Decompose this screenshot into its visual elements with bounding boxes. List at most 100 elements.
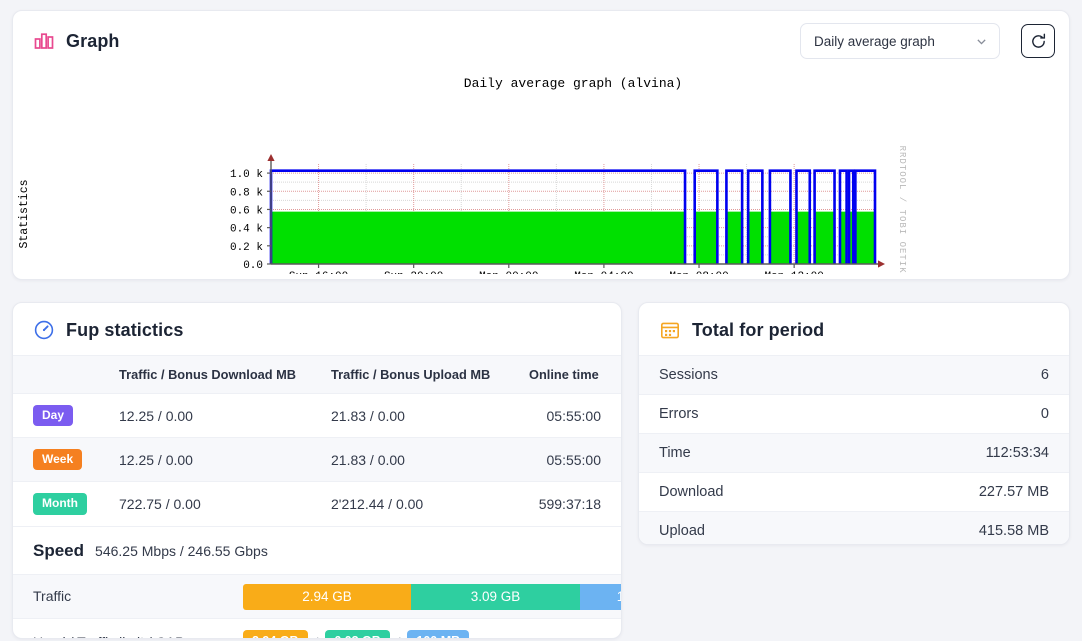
fup-cell-period: Week [13,437,111,483]
y-axis-arrow [267,154,275,161]
area-in-speed [855,211,875,264]
fup-table: Traffic / Bonus Download MB Traffic / Bo… [13,355,621,527]
traffic-segment-cap: 100 MB [580,583,621,610]
y-tick-label: 0.6 k [230,205,263,217]
fup-cell-download: 12.25 / 0.00 [111,437,323,483]
total-label-errors: Errors [639,394,849,434]
area-in-speed [271,211,686,264]
total-card-header: Total for period [639,303,1069,355]
speed-value: 546.25 Mbps / 246.55 Gbps [95,542,268,559]
fup-cell-online: 599:37:18 [521,481,621,527]
table-row: Day 12.25 / 0.00 21.83 / 0.00 05:55:00 [13,393,621,439]
list-item: Sessions 6 [639,355,1069,395]
area-in-speed [796,211,810,264]
x-tick-label: Mon 04:00 [574,271,633,274]
graph-type-select[interactable]: Daily average graph [800,23,1000,59]
refresh-icon [1031,33,1045,48]
total-value-time: 112:53:34 [848,433,1069,473]
fup-col-download: Traffic / Bonus Download MB [111,355,323,394]
fup-table-body: Day 12.25 / 0.00 21.83 / 0.00 05:55:00 W… [13,393,621,527]
fup-cell-upload: 2'212.44 / 0.00 [323,481,521,527]
x-tick-label: Sun 16:00 [289,271,348,274]
total-label-download: Download [639,472,849,512]
page-root: Graph Daily average graph Daily average … [0,0,1082,641]
area-in-speed [748,211,763,264]
x-axis-arrow [878,260,885,268]
fup-cell-period: Day [13,393,111,439]
total-value-errors: 0 [848,394,1069,434]
y-tick-label: 1.0 k [230,169,263,181]
status-badge: Day [33,405,74,427]
fup-statistics-card: Fup statictics Traffic / Bonus Download … [12,302,622,639]
y-tick-label: 0.8 k [230,187,263,199]
fup-card-header: Fup statictics [13,303,621,355]
y-tick-label: 0.2 k [230,242,263,254]
fup-col-online: Online time [521,355,621,394]
total-label-sessions: Sessions [639,355,849,395]
area-in-speed [694,211,718,264]
total-value-download: 227.57 MB [848,472,1069,512]
speed-row: Speed 546.25 Mbps / 246.55 Gbps [13,527,621,574]
page-title: Graph [66,30,120,51]
traffic-bar: 2.94 GB 3.09 GB 100 MB [243,583,621,610]
total-label-upload: Upload [639,511,849,544]
y-axis-label: Statistics [18,179,31,248]
gauge-icon [33,319,55,341]
limits-label: Used / Traffic limit / CAP [33,634,243,638]
x-tick-label: Mon 00:00 [479,271,538,274]
area-in-speed [769,211,791,264]
fup-cell-online: 05:55:00 [521,437,621,483]
limits-separator-2: / [397,635,401,638]
table-row: Month 722.75 / 0.00 2'212.44 / 0.00 599:… [13,481,621,527]
traffic-bar-row: Traffic 2.94 GB 3.09 GB 100 MB [13,573,621,618]
limits-row: Used / Traffic limit / CAP 2.94 GB / 6.0… [13,617,621,638]
graph-type-select-value: Daily average graph [814,33,935,49]
status-badge: Week [33,449,83,471]
traffic-segment-limit: 3.09 GB [411,583,580,610]
graph-card-header: Graph Daily average graph [13,11,1069,69]
area-in-speed [814,211,835,264]
fup-table-header-row: Traffic / Bonus Download MB Traffic / Bo… [13,355,621,394]
x-tick-label: Mon 08:00 [669,271,728,274]
fup-cell-download: 12.25 / 0.00 [111,393,323,439]
x-tick-label: Mon 12:00 [764,271,823,274]
fup-cell-upload: 21.83 / 0.00 [323,393,521,439]
fup-table-head: Traffic / Bonus Download MB Traffic / Bo… [13,355,621,394]
total-value-upload: 415.58 MB [848,511,1069,544]
rrd-graph-canvas: Daily average graph (alvina) Statistics RR… [18,76,907,274]
status-badge: Month [33,493,87,515]
list-item: Time 112:53:34 [639,433,1069,473]
series-in-speed [271,211,875,264]
total-table: Sessions 6 Errors 0 Time 112:53:34 Downl… [639,355,1069,544]
fup-cell-download: 722.75 / 0.00 [111,481,323,527]
list-item: Errors 0 [639,394,1069,434]
limits-separator-1: / [315,635,319,638]
fup-col-upload: Traffic / Bonus Upload MB [323,355,521,394]
total-value-sessions: 6 [848,355,1069,395]
table-row: Week 12.25 / 0.00 21.83 / 0.00 05:55:00 [13,437,621,483]
total-label-time: Time [639,433,849,473]
rrd-graph: Daily average graph (alvina) Statistics RR… [13,69,1069,274]
traffic-bar-label: Traffic [33,588,72,605]
fup-cell-period: Month [13,481,111,527]
y-tick-label: 0.0 [243,260,263,272]
chart-watermark: RRDTOOL / TOBI OETIKER [897,146,907,274]
list-item: Download 227.57 MB [639,472,1069,512]
chart-title: Daily average graph (alvina) [464,76,682,91]
fup-cell-online: 05:55:00 [521,393,621,439]
traffic-limit-pill: 6.03 GB [325,630,390,638]
speed-label: Speed [33,540,85,560]
graph-card: Graph Daily average graph Daily average … [12,10,1070,280]
chevron-down-icon [977,38,986,44]
cap-pill: 100 MB [407,630,470,638]
fup-card-title: Fup statictics [66,319,184,340]
total-card-title: Total for period [692,319,825,340]
total-for-period-card: Total for period Sessions 6 Errors 0 Tim… [638,302,1070,545]
total-table-body: Sessions 6 Errors 0 Time 112:53:34 Downl… [639,355,1069,544]
fup-cell-upload: 21.83 / 0.00 [323,437,521,483]
limits-footnote: * [476,635,481,638]
list-item: Upload 415.58 MB [639,511,1069,544]
refresh-button[interactable] [1021,24,1055,58]
used-pill: 2.94 GB [243,630,308,638]
fup-col-period [13,355,111,394]
